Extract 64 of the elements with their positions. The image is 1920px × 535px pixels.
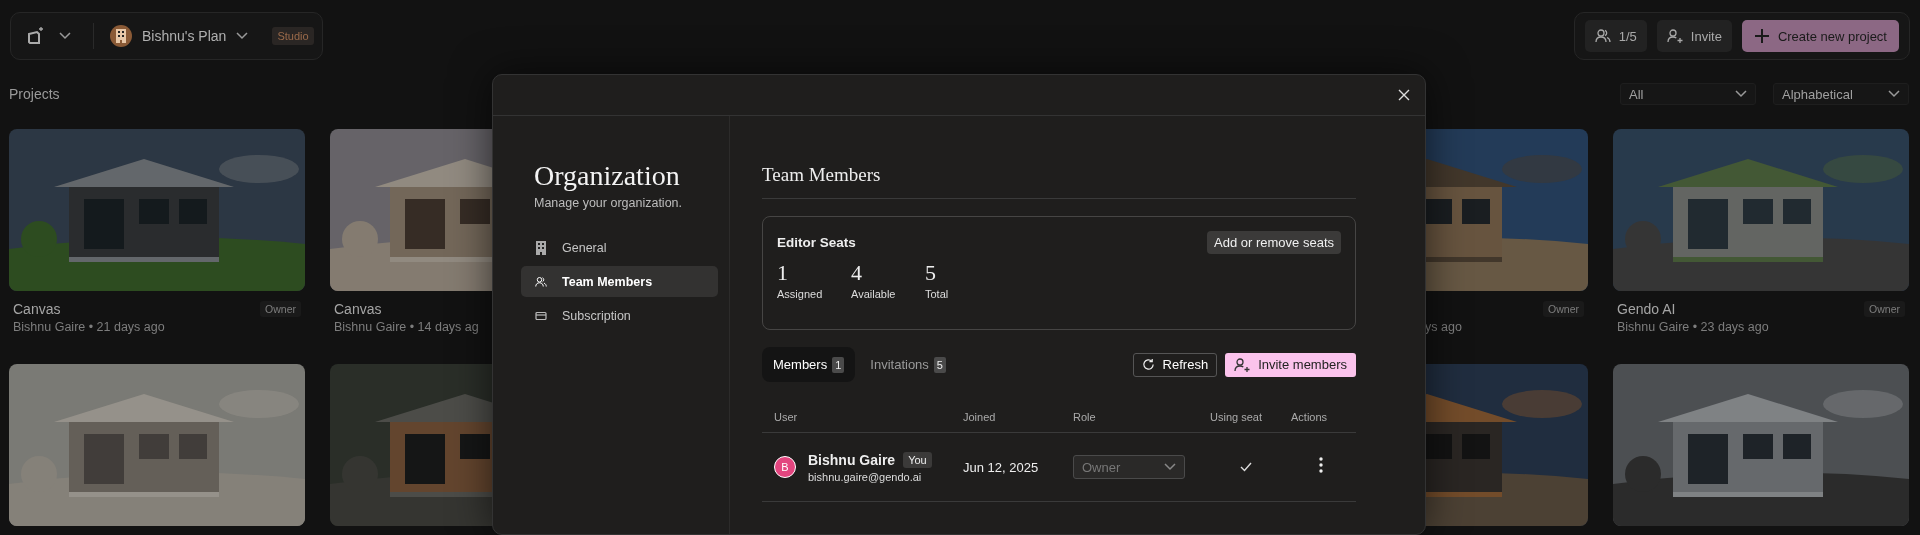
stat-value: 1 xyxy=(777,260,789,286)
add-remove-seats-button[interactable]: Add or remove seats xyxy=(1207,231,1341,254)
joined-date: Jun 12, 2025 xyxy=(963,459,1040,475)
project-meta: Bishnu Gaire • 14 days ag xyxy=(334,320,480,334)
plan-badge: Studio xyxy=(272,27,314,45)
project-title[interactable]: Canvas xyxy=(334,301,488,317)
column-header: Using seat xyxy=(1210,410,1263,423)
modal-subtitle: Manage your organization. xyxy=(534,196,683,210)
add-user-icon xyxy=(1234,356,1251,373)
modal-title: Organization xyxy=(534,160,681,192)
building-icon xyxy=(535,240,547,255)
role-tag: Owner xyxy=(260,301,301,317)
column-header: Actions xyxy=(1291,410,1329,423)
stat-value: 4 xyxy=(851,260,863,286)
stat-value: 5 xyxy=(925,260,937,286)
invite-members-button[interactable]: Invite members xyxy=(1225,352,1356,377)
you-tag: You xyxy=(903,451,932,468)
user-email: bishnu.gaire@gendo.ai xyxy=(808,470,923,483)
stat-label: Total xyxy=(925,288,950,300)
nav-item[interactable]: General xyxy=(521,232,718,263)
column-header: Joined xyxy=(963,410,997,423)
count-badge: 1 xyxy=(832,356,845,373)
stat-label: Available xyxy=(851,288,897,300)
count-badge: 5 xyxy=(933,356,946,373)
column-header: User xyxy=(773,410,799,423)
users-icon xyxy=(535,275,547,288)
column-header: Role xyxy=(1073,410,1097,423)
plus-icon xyxy=(1753,28,1770,44)
nav-item[interactable]: Subscription xyxy=(521,300,718,331)
stat-label: Assigned xyxy=(777,288,824,300)
card-title: Editor Seats xyxy=(777,235,856,250)
role-tag: Owner xyxy=(1864,301,1905,317)
project-title[interactable]: Gendo AI xyxy=(1617,301,1865,317)
plan-menu-button[interactable]: Bishnu's Plan xyxy=(110,25,249,47)
tab[interactable]: Invitations 5 xyxy=(859,347,957,382)
refresh-button[interactable]: Refresh xyxy=(1132,352,1218,377)
create-project-button[interactable]: Create new project xyxy=(1741,20,1899,52)
project-meta: Bishnu Gaire • 21 days ago xyxy=(13,320,166,334)
sort-dropdown[interactable]: Alphabetical xyxy=(1773,83,1909,105)
section-title: Team Members xyxy=(762,164,1356,199)
chevron-icon xyxy=(1735,90,1747,98)
chevron-icon xyxy=(1164,463,1176,471)
project-meta: Bishnu Gaire • 23 days ago xyxy=(1617,320,1770,334)
project-title[interactable]: Canvas xyxy=(13,301,261,317)
users-icon xyxy=(1594,28,1611,44)
section-title: Projects xyxy=(9,86,60,102)
invite-button[interactable]: Invite xyxy=(1656,20,1732,52)
tab[interactable]: Members 1 xyxy=(762,347,856,382)
seats-button[interactable]: 1/5 xyxy=(1584,20,1647,52)
building-icon xyxy=(115,29,127,43)
filter-dropdown[interactable]: All xyxy=(1620,83,1756,105)
user-name: Bishnu Gaire xyxy=(808,451,896,468)
chevron-icon xyxy=(1888,90,1900,98)
logo-icon xyxy=(25,26,45,46)
nav-item[interactable]: Team Members xyxy=(521,266,718,297)
more-icon[interactable] xyxy=(1319,457,1323,473)
card-icon xyxy=(535,310,547,321)
add-user-icon xyxy=(1666,28,1683,44)
close-button[interactable] xyxy=(1397,88,1411,102)
role-tag: Owner xyxy=(1543,301,1584,317)
refresh-icon xyxy=(1141,358,1155,371)
chevron-icon xyxy=(236,32,249,40)
chevron-icon xyxy=(59,32,71,40)
user-avatar: B xyxy=(774,456,796,478)
